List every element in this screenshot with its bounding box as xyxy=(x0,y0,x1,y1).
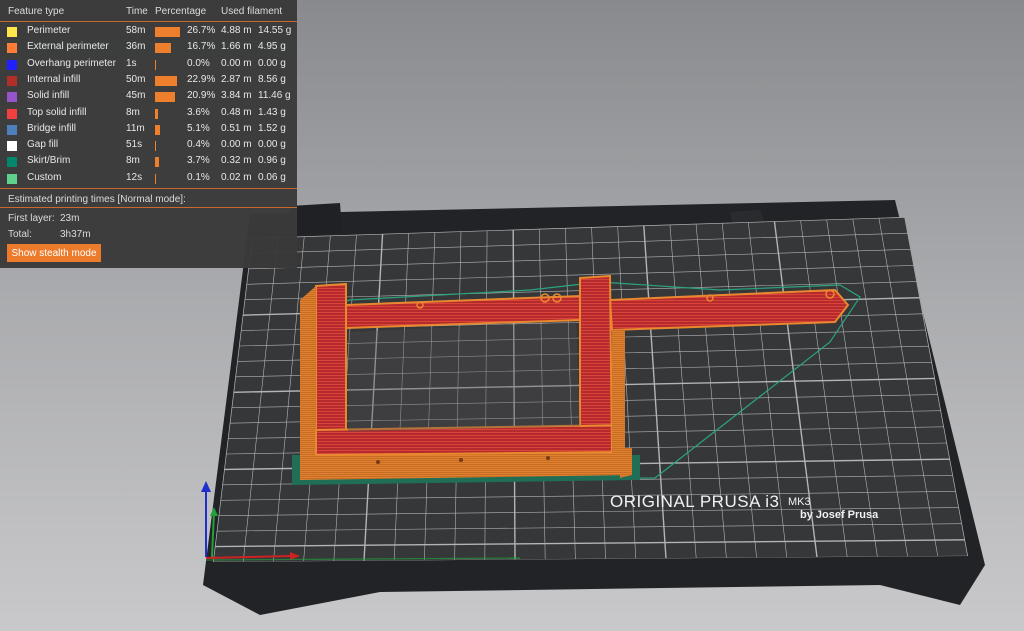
feature-length: 0.48 m xyxy=(221,106,252,118)
feature-time: 50m xyxy=(126,73,146,85)
percentage-bar xyxy=(155,27,181,37)
section-divider xyxy=(0,188,297,189)
feature-length: 1.66 m xyxy=(221,41,252,53)
percentage-bar xyxy=(155,173,156,184)
color-swatch xyxy=(7,124,17,135)
feature-name: Custom xyxy=(27,171,62,183)
show-stealth-mode-button[interactable]: Show stealth mode xyxy=(7,244,101,262)
feature-weight: 0.00 g xyxy=(258,139,286,151)
feature-percentage: 0.1% xyxy=(187,171,210,183)
feature-time: 51s xyxy=(126,139,143,151)
feature-weight: 1.43 g xyxy=(258,106,286,118)
feature-weight: 11.46 g xyxy=(258,90,291,102)
feature-weight: 0.96 g xyxy=(258,155,286,167)
feature-weight: 14.55 g xyxy=(258,25,292,36)
feature-name: Perimeter xyxy=(27,25,71,36)
feature-name: Skirt/Brim xyxy=(27,155,71,167)
feature-time: 1s xyxy=(126,57,137,69)
bed-logo-line2: by Josef Prusa xyxy=(800,509,879,521)
legend-panel: Feature type Time Percentage Used filame… xyxy=(0,0,297,268)
feature-length: 0.00 m xyxy=(221,139,252,151)
feature-weight: 0.06 g xyxy=(258,171,286,183)
feature-name: Overhang perimeter xyxy=(27,57,116,69)
feature-row[interactable]: Skirt/Brim 8m 3.7% 0.32 m 0.96 g xyxy=(0,154,297,170)
bed-logo-mk: MK3 xyxy=(788,496,811,508)
percentage-bar xyxy=(155,108,159,119)
feature-weight: 0.00 g xyxy=(258,57,286,69)
feature-length: 0.32 m xyxy=(221,155,252,167)
feature-percentage: 3.6% xyxy=(187,106,210,118)
feature-name: External perimeter xyxy=(27,41,109,53)
feature-time: 12s xyxy=(126,171,143,183)
color-swatch xyxy=(7,173,17,184)
first-layer-value: 23m xyxy=(60,213,80,224)
first-layer-label: First layer: xyxy=(8,213,55,224)
feature-time: 45m xyxy=(126,90,146,102)
feature-row[interactable]: Custom 12s 0.1% 0.02 m 0.06 g xyxy=(0,171,297,187)
feature-name: Bridge infill xyxy=(27,122,76,134)
percentage-bar xyxy=(155,59,156,70)
total-label: Total: xyxy=(8,229,32,240)
feature-time: 36m xyxy=(126,41,146,53)
feature-length: 2.87 m xyxy=(221,73,252,85)
header-feature-type: Feature type xyxy=(8,6,65,17)
feature-name: Internal infill xyxy=(27,73,81,85)
header-percentage: Percentage xyxy=(155,6,207,17)
color-swatch xyxy=(7,141,17,152)
percentage-bar xyxy=(155,157,159,168)
percentage-bar xyxy=(155,75,177,86)
feature-name: Gap fill xyxy=(27,139,59,151)
header-used-filament: Used filament xyxy=(221,6,283,17)
times-divider xyxy=(0,207,297,208)
feature-percentage: 5.1% xyxy=(187,122,210,134)
feature-percentage: 26.7% xyxy=(187,25,216,36)
feature-time: 8m xyxy=(126,155,140,167)
color-swatch xyxy=(7,43,17,54)
feature-length: 0.51 m xyxy=(221,122,252,134)
estimated-times-title: Estimated printing times [Normal mode]: xyxy=(8,194,186,205)
feature-weight: 1.52 g xyxy=(258,122,286,134)
feature-row[interactable]: Solid infill 45m 20.9% 3.84 m 11.46 g xyxy=(0,89,297,105)
color-swatch xyxy=(7,59,17,70)
feature-percentage: 22.9% xyxy=(187,73,216,85)
feature-time: 8m xyxy=(126,106,140,118)
color-swatch xyxy=(7,108,17,119)
feature-percentage: 3.7% xyxy=(187,155,210,167)
feature-percentage: 16.7% xyxy=(187,41,216,53)
color-swatch xyxy=(7,92,17,103)
feature-row[interactable]: Bridge infill 11m 5.1% 0.51 m 1.52 g xyxy=(0,122,297,138)
header-divider xyxy=(0,21,297,22)
feature-percentage: 0.4% xyxy=(187,139,210,151)
color-swatch xyxy=(7,157,17,168)
color-swatch xyxy=(7,75,17,86)
feature-length: 3.84 m xyxy=(221,90,252,102)
feature-percentage: 20.9% xyxy=(187,90,216,102)
feature-row[interactable]: Internal infill 50m 22.9% 2.87 m 8.56 g xyxy=(0,73,297,89)
feature-weight: 4.95 g xyxy=(258,41,286,53)
header-time: Time xyxy=(126,6,148,17)
feature-row[interactable]: Overhang perimeter 1s 0.0% 0.00 m 0.00 g xyxy=(0,57,297,73)
total-value: 3h37m xyxy=(60,229,91,240)
feature-length: 0.02 m xyxy=(221,171,252,183)
feature-percentage: 0.0% xyxy=(187,57,210,69)
feature-row[interactable]: Gap fill 51s 0.4% 0.00 m 0.00 g xyxy=(0,138,297,154)
feature-time: 11m xyxy=(126,122,145,134)
percentage-bar xyxy=(155,43,171,54)
feature-row[interactable]: Perimeter 58m 26.7% 4.88 m 14.55 g xyxy=(0,24,297,40)
percentage-bar xyxy=(155,92,175,103)
percentage-bar xyxy=(155,124,160,135)
feature-name: Solid infill xyxy=(27,90,70,102)
feature-row[interactable]: External perimeter 36m 16.7% 1.66 m 4.95 g xyxy=(0,40,297,56)
feature-length: 0.00 m xyxy=(221,57,252,69)
feature-length: 4.88 m xyxy=(221,25,252,36)
color-swatch xyxy=(7,27,17,37)
percentage-bar xyxy=(155,141,156,152)
feature-name: Top solid infill xyxy=(27,106,87,118)
feature-time: 58m xyxy=(126,25,146,36)
bed-logo-line1: ORIGINAL PRUSA i3 xyxy=(610,492,779,511)
feature-weight: 8.56 g xyxy=(258,73,286,85)
feature-row[interactable]: Top solid infill 8m 3.6% 0.48 m 1.43 g xyxy=(0,106,297,122)
